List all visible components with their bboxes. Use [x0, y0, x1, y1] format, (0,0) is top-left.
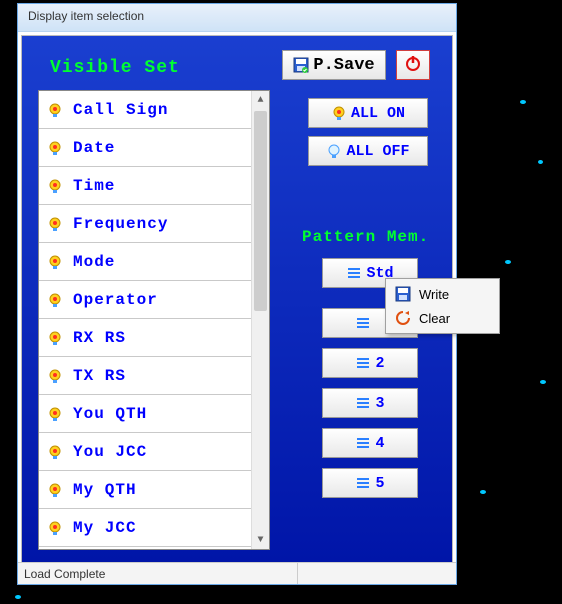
list-item-label: Mode [73, 253, 115, 271]
bulb-on-icon [47, 406, 63, 422]
scrollbar[interactable]: ▲ ▼ [251, 91, 269, 549]
floppy-write-icon [395, 286, 411, 302]
bulb-on-icon [47, 330, 63, 346]
bulb-on-icon [47, 216, 63, 232]
list-icon [355, 477, 371, 489]
visible-set-listbox[interactable]: Call Sign Date Time Frequency Mode Operator RX… [38, 90, 270, 550]
list-item[interactable]: Time [39, 167, 251, 205]
list-item-label: Operator [73, 291, 158, 309]
bulb-on-icon [47, 482, 63, 498]
pattern-2-label: 2 [375, 355, 384, 372]
bulb-on-icon [47, 140, 63, 156]
all-off-button[interactable]: ALL OFF [308, 136, 428, 166]
list-item[interactable]: My QTH [39, 471, 251, 509]
list-item[interactable]: Date [39, 129, 251, 167]
list-item-label: My JCC [73, 519, 137, 537]
bulb-on-icon [47, 520, 63, 536]
bulb-on-icon [331, 105, 347, 121]
bulb-on-icon [47, 178, 63, 194]
scroll-up-icon[interactable]: ▲ [252, 91, 269, 109]
list-item[interactable]: My JCC [39, 509, 251, 547]
list-item-label: Call Sign [73, 101, 168, 119]
list-icon [355, 317, 371, 329]
pattern-2-button[interactable]: 2 [322, 348, 418, 378]
floppy-save-icon [293, 57, 309, 73]
pattern-3-button[interactable]: 3 [322, 388, 418, 418]
list-item-label: You QTH [73, 405, 147, 423]
list-item-label: TX RS [73, 367, 126, 385]
speck [15, 595, 21, 599]
pattern-5-label: 5 [375, 475, 384, 492]
scroll-thumb[interactable] [254, 111, 267, 311]
list-icon [346, 267, 362, 279]
context-write-item[interactable]: Write [389, 282, 496, 306]
list-item-label: My QTH [73, 481, 137, 499]
bulb-on-icon [47, 254, 63, 270]
context-clear-item[interactable]: Clear [389, 306, 496, 330]
speck [520, 100, 526, 104]
pattern-context-menu: Write Clear [385, 278, 500, 334]
pattern-4-button[interactable]: 4 [322, 428, 418, 458]
list-item[interactable]: RX RS [39, 319, 251, 357]
list-item[interactable]: Operator [39, 281, 251, 319]
list-item[interactable]: Call Sign [39, 91, 251, 129]
power-icon [404, 54, 422, 77]
speck [505, 260, 511, 264]
scroll-down-icon[interactable]: ▼ [252, 531, 269, 549]
pattern-3-label: 3 [375, 395, 384, 412]
list-item-label: You JCC [73, 443, 147, 461]
speck [480, 490, 486, 494]
bulb-on-icon [47, 102, 63, 118]
bulb-on-icon [47, 368, 63, 384]
list-icon [355, 397, 371, 409]
power-button[interactable] [396, 50, 430, 80]
window-title: Display item selection [28, 9, 144, 23]
bulb-on-icon [47, 292, 63, 308]
bulb-off-icon [326, 143, 342, 159]
all-on-button[interactable]: ALL ON [308, 98, 428, 128]
all-off-label: ALL OFF [346, 143, 409, 160]
p-save-button[interactable]: P.Save [282, 50, 386, 80]
speck [540, 380, 546, 384]
pattern-5-button[interactable]: 5 [322, 468, 418, 498]
list-item[interactable]: TX RS [39, 357, 251, 395]
speck [538, 160, 543, 164]
context-clear-label: Clear [419, 311, 450, 326]
all-on-label: ALL ON [351, 105, 405, 122]
list-icon [355, 357, 371, 369]
list-item-label: Date [73, 139, 115, 157]
list-item[interactable]: You QTH [39, 395, 251, 433]
titlebar[interactable]: Display item selection [18, 4, 456, 32]
list-item[interactable]: You JCC [39, 433, 251, 471]
list-item-label: Frequency [73, 215, 168, 233]
list-item-label: RX RS [73, 329, 126, 347]
refresh-clear-icon [395, 310, 411, 326]
context-write-label: Write [419, 287, 449, 302]
p-save-label: P.Save [313, 56, 374, 75]
heading-visible-set: Visible Set [50, 58, 180, 78]
list-icon [355, 437, 371, 449]
status-bar: Load Complete [18, 562, 456, 584]
bulb-on-icon [47, 444, 63, 460]
list-item-label: Time [73, 177, 115, 195]
list-item[interactable]: Frequency [39, 205, 251, 243]
heading-pattern-mem: Pattern Mem. [302, 228, 429, 246]
status-text: Load Complete [18, 563, 298, 584]
pattern-4-label: 4 [375, 435, 384, 452]
list-item[interactable]: Mode [39, 243, 251, 281]
